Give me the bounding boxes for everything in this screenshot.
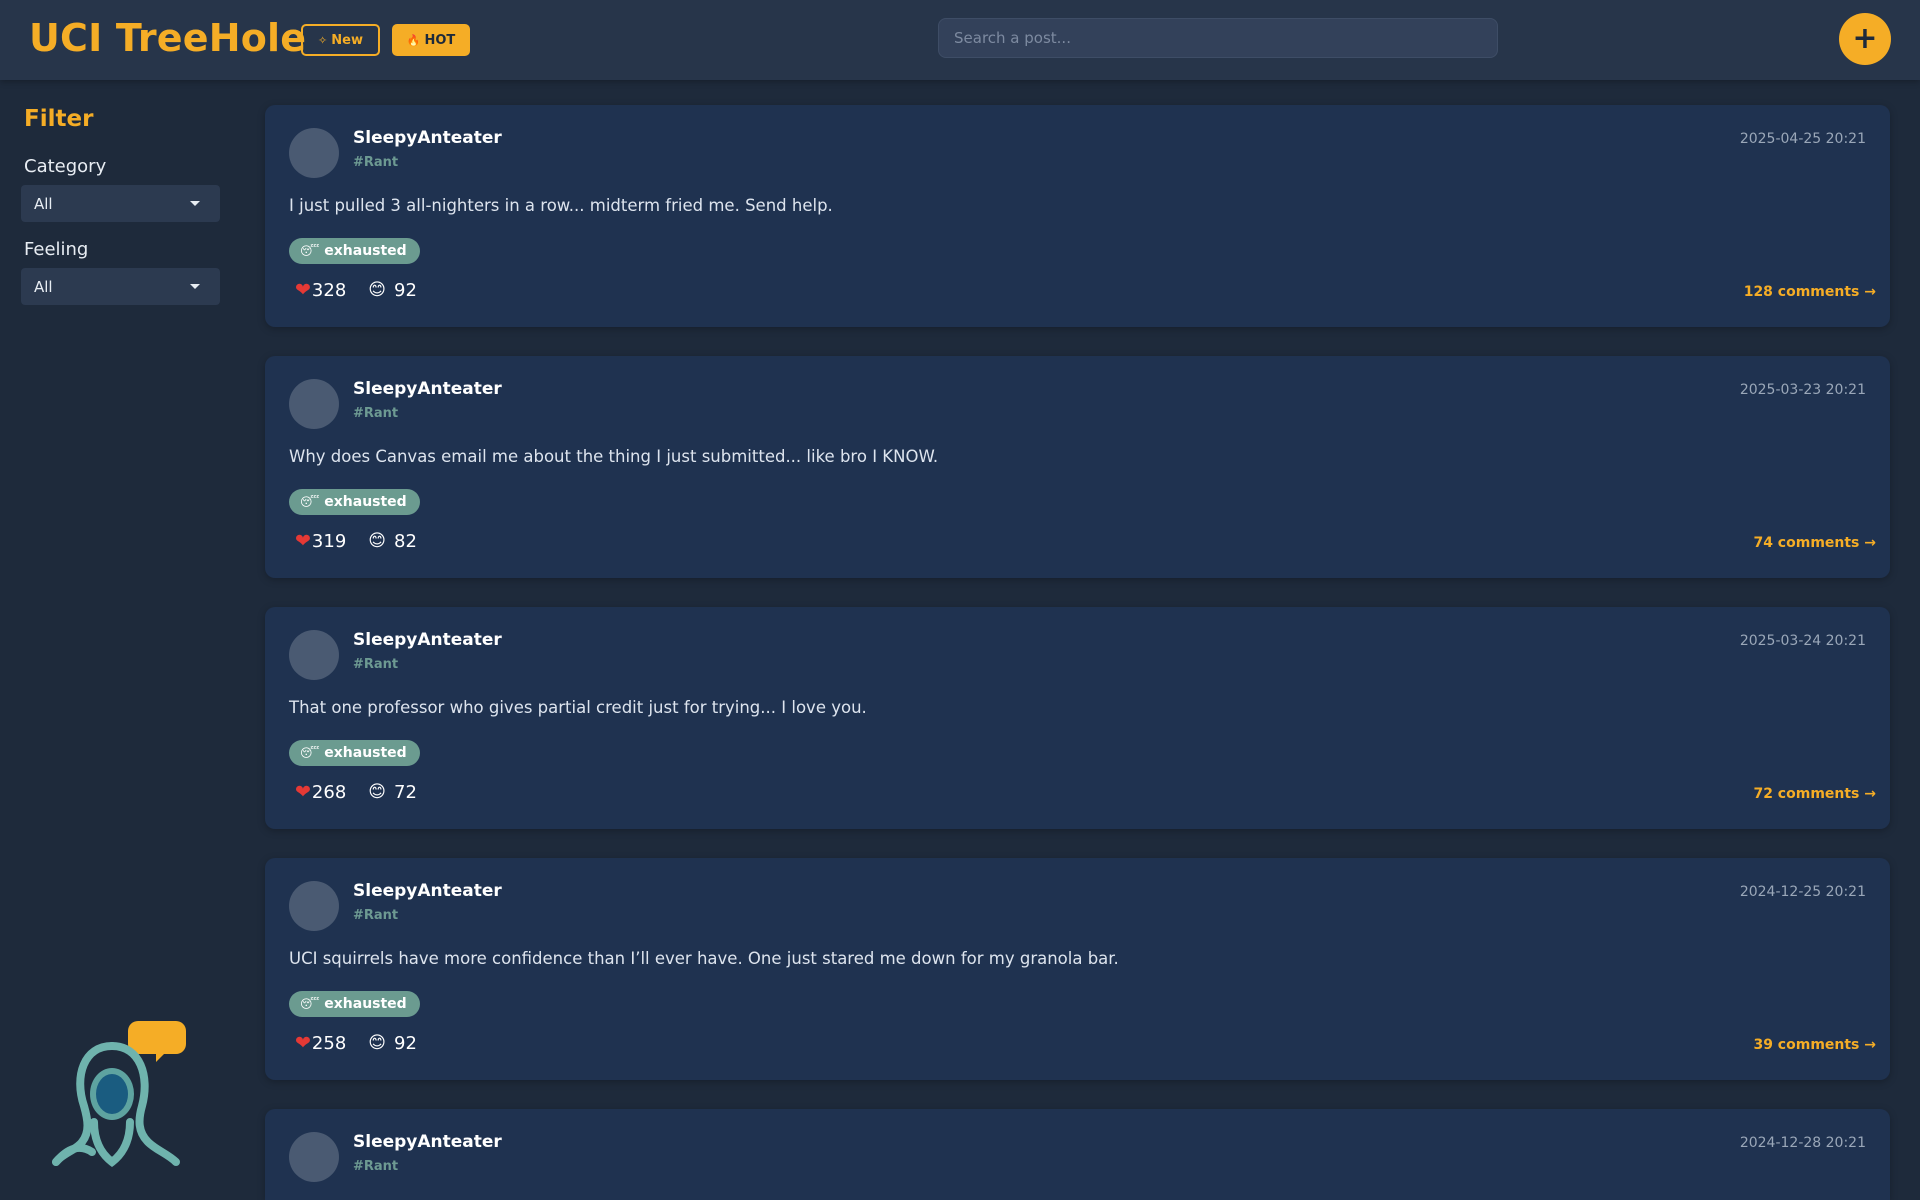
- post-author[interactable]: SleepyAnteater: [353, 881, 502, 901]
- reactions-bar: ❤ 328 😊 92: [295, 279, 417, 301]
- heart-icon: ❤: [295, 279, 311, 301]
- heart-icon: ❤: [295, 1032, 311, 1054]
- app-title[interactable]: UCI TreeHole: [29, 16, 306, 60]
- smile-icon: 😊: [368, 531, 387, 551]
- post-card[interactable]: SleepyAnteater #Rant 2024-12-28 20:21: [265, 1109, 1890, 1200]
- smile-count: 82: [394, 530, 417, 552]
- comments-link[interactable]: 39 comments →: [1753, 1037, 1876, 1053]
- like-button[interactable]: ❤ 319: [295, 530, 346, 552]
- avatar[interactable]: [289, 128, 339, 178]
- like-count: 319: [311, 530, 347, 552]
- smile-count: 72: [394, 781, 417, 803]
- chevron-down-icon: [190, 201, 200, 206]
- post-card[interactable]: SleepyAnteater #Rant 2024-12-25 20:21 UC…: [265, 858, 1890, 1080]
- feeling-tag[interactable]: 😴 exhausted: [289, 489, 420, 515]
- avatar[interactable]: [289, 881, 339, 931]
- comments-link[interactable]: 74 comments →: [1753, 535, 1876, 551]
- comments-link[interactable]: 128 comments →: [1744, 284, 1876, 300]
- post-author[interactable]: SleepyAnteater: [353, 630, 502, 650]
- post-category[interactable]: #Rant: [353, 657, 398, 672]
- feeling-select-value: All: [34, 277, 53, 296]
- reactions-bar: ❤ 319 😊 82: [295, 530, 417, 552]
- feeling-tag-label: exhausted: [324, 494, 407, 510]
- hot-filter-label: HOT: [424, 32, 456, 48]
- post-category[interactable]: #Rant: [353, 908, 398, 923]
- post-card[interactable]: SleepyAnteater #Rant 2025-03-23 20:21 Wh…: [265, 356, 1890, 578]
- hot-filter-button[interactable]: 🔥 HOT: [392, 24, 470, 56]
- post-content[interactable]: I just pulled 3 all-nighters in a row...…: [289, 196, 833, 215]
- post-content[interactable]: Why does Canvas email me about the thing…: [289, 447, 938, 466]
- chevron-down-icon: [190, 284, 200, 289]
- post-content[interactable]: That one professor who gives partial cre…: [289, 698, 867, 717]
- smile-icon: 😊: [368, 1033, 387, 1053]
- smile-count: 92: [394, 279, 417, 301]
- post-content[interactable]: UCI squirrels have more confidence than …: [289, 949, 1119, 968]
- feeling-tag[interactable]: 😴 exhausted: [289, 238, 420, 264]
- feeling-tag[interactable]: 😴 exhausted: [289, 991, 420, 1017]
- reactions-bar: ❤ 258 😊 92: [295, 1032, 417, 1054]
- feeling-tag-label: exhausted: [324, 996, 407, 1012]
- smile-reaction-button[interactable]: 😊 82: [368, 531, 417, 552]
- heart-icon: ❤: [295, 530, 311, 552]
- smile-icon: 😊: [368, 280, 387, 300]
- smile-count: 92: [394, 1032, 417, 1054]
- category-label: Category: [24, 156, 107, 177]
- sleepy-face-icon: 😴: [300, 495, 320, 509]
- feeling-tag-label: exhausted: [324, 745, 407, 761]
- post-category[interactable]: #Rant: [353, 155, 398, 170]
- post-card[interactable]: SleepyAnteater #Rant 2025-04-25 20:21 I …: [265, 105, 1890, 327]
- post-category[interactable]: #Rant: [353, 406, 398, 421]
- heart-icon: ❤: [295, 781, 311, 803]
- avatar[interactable]: [289, 630, 339, 680]
- post-timestamp: 2024-12-28 20:21: [1739, 1135, 1866, 1151]
- like-count: 328: [311, 279, 347, 301]
- new-post-button[interactable]: +: [1839, 13, 1891, 65]
- top-bar: UCI TreeHole ✧ New 🔥 HOT +: [0, 0, 1920, 80]
- post-author[interactable]: SleepyAnteater: [353, 1132, 502, 1152]
- search-input[interactable]: [938, 18, 1498, 58]
- post-category[interactable]: #Rant: [353, 1159, 398, 1174]
- post-author[interactable]: SleepyAnteater: [353, 379, 502, 399]
- smile-reaction-button[interactable]: 😊 72: [368, 782, 417, 803]
- smile-icon: 😊: [368, 782, 387, 802]
- post-card[interactable]: SleepyAnteater #Rant 2025-03-24 20:21 Th…: [265, 607, 1890, 829]
- post-timestamp: 2025-03-23 20:21: [1739, 382, 1866, 398]
- category-select[interactable]: All: [21, 185, 220, 222]
- like-count: 268: [311, 781, 347, 803]
- avatar[interactable]: [289, 1132, 339, 1182]
- sleepy-face-icon: 😴: [300, 746, 320, 760]
- new-filter-button[interactable]: ✧ New: [301, 24, 380, 56]
- sleepy-face-icon: 😴: [300, 244, 320, 258]
- feeling-select[interactable]: All: [21, 268, 220, 305]
- sparkle-icon: ✧: [318, 33, 328, 47]
- mascot-logo-icon: [52, 1021, 186, 1168]
- feeling-tag[interactable]: 😴 exhausted: [289, 740, 420, 766]
- like-button[interactable]: ❤ 328: [295, 279, 346, 301]
- filter-title: Filter: [24, 106, 94, 132]
- new-filter-label: New: [331, 32, 363, 48]
- avatar[interactable]: [289, 379, 339, 429]
- feeling-tag-label: exhausted: [324, 243, 407, 259]
- feeling-label: Feeling: [24, 239, 89, 260]
- like-count: 258: [311, 1032, 347, 1054]
- category-select-value: All: [34, 194, 53, 213]
- like-button[interactable]: ❤ 258: [295, 1032, 346, 1054]
- sleepy-face-icon: 😴: [300, 997, 320, 1011]
- comments-link[interactable]: 72 comments →: [1753, 786, 1876, 802]
- reactions-bar: ❤ 268 😊 72: [295, 781, 417, 803]
- post-timestamp: 2024-12-25 20:21: [1739, 884, 1866, 900]
- smile-reaction-button[interactable]: 😊 92: [368, 1033, 417, 1054]
- post-timestamp: 2025-03-24 20:21: [1739, 633, 1866, 649]
- post-timestamp: 2025-04-25 20:21: [1739, 131, 1866, 147]
- smile-reaction-button[interactable]: 😊 92: [368, 280, 417, 301]
- like-button[interactable]: ❤ 268: [295, 781, 346, 803]
- fire-icon: 🔥: [406, 33, 421, 47]
- post-author[interactable]: SleepyAnteater: [353, 128, 502, 148]
